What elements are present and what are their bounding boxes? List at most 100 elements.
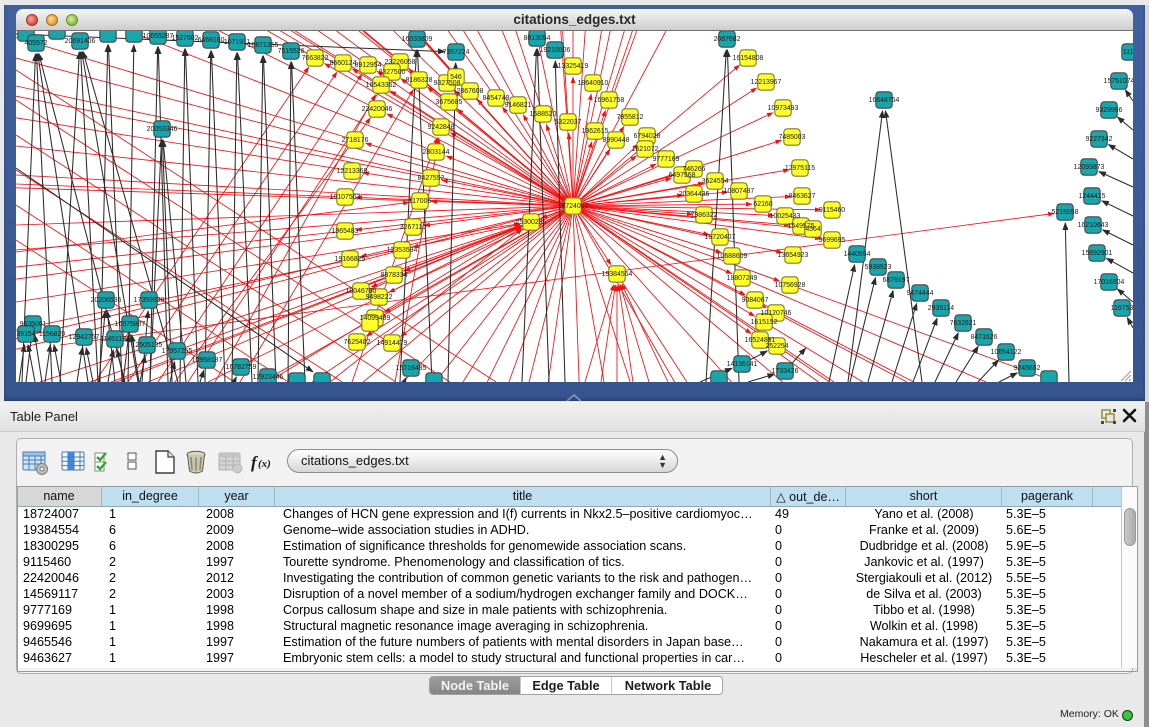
- svg-text:8990448: 8990448: [603, 137, 630, 144]
- svg-text:3624554: 3624554: [702, 178, 729, 185]
- svg-text:9115460: 9115460: [819, 207, 845, 214]
- svg-text:10655287: 10655287: [143, 33, 174, 40]
- svg-text:20364436: 20364436: [679, 191, 710, 198]
- svg-text:5322037: 5322037: [555, 119, 582, 126]
- svg-text:7955812: 7955812: [617, 114, 644, 121]
- svg-text:12353594: 12353594: [387, 247, 418, 254]
- svg-text:16648754: 16648754: [869, 97, 900, 104]
- svg-text:405572: 405572: [25, 40, 48, 47]
- svg-text:8660124: 8660124: [330, 60, 357, 67]
- svg-text:9329966: 9329966: [1096, 107, 1123, 114]
- svg-text:12975115: 12975115: [785, 165, 815, 172]
- svg-text:8471626: 8471626: [971, 334, 998, 341]
- svg-text:15716485: 15716485: [396, 365, 427, 372]
- svg-text:14099489: 14099489: [360, 315, 391, 322]
- svg-text:16961758: 16961758: [594, 97, 625, 104]
- svg-text:8427552: 8427552: [418, 175, 445, 182]
- svg-text:8912954: 8912954: [355, 62, 382, 69]
- svg-text:10973493: 10973493: [768, 105, 799, 112]
- svg-text:9463627: 9463627: [789, 193, 816, 200]
- svg-text:4564: 4564: [805, 226, 820, 233]
- svg-text:5215958: 5215958: [1052, 209, 1079, 216]
- svg-text:20206536: 20206536: [91, 297, 122, 304]
- svg-text:18724007: 18724007: [558, 203, 589, 210]
- svg-text:14136141: 14136141: [727, 361, 758, 368]
- svg-text:10688609: 10688609: [717, 253, 748, 260]
- svg-text:15692901: 15692901: [1082, 250, 1113, 257]
- svg-text:1588520: 1588520: [530, 111, 557, 118]
- svg-text:9498222: 9498222: [366, 294, 393, 301]
- svg-text:1615152: 1615152: [751, 319, 778, 326]
- svg-text:2803144: 2803144: [423, 149, 450, 156]
- svg-text:10120746: 10120746: [761, 310, 792, 317]
- svg-text:5938923: 5938923: [865, 264, 892, 271]
- svg-text:1244415: 1244415: [1079, 193, 1106, 200]
- svg-text:252254: 252254: [766, 343, 789, 350]
- svg-text:7357224: 7357224: [443, 49, 470, 56]
- svg-text:1527602: 1527602: [172, 35, 199, 42]
- svg-text:9635061: 9635061: [20, 321, 47, 328]
- svg-text:62160: 62160: [753, 201, 772, 208]
- svg-text:12213967: 12213967: [751, 79, 782, 86]
- svg-text:10756928: 10756928: [775, 282, 806, 289]
- svg-text:7485003: 7485003: [779, 134, 806, 141]
- svg-text:6879197: 6879197: [883, 277, 910, 284]
- svg-text:20691406: 20691406: [65, 38, 96, 45]
- svg-text:15751074: 15751074: [1104, 78, 1133, 85]
- svg-text:16154808: 16154808: [733, 55, 764, 62]
- svg-text:14914479: 14914479: [377, 340, 408, 347]
- svg-text:1965483: 1965483: [332, 228, 359, 235]
- svg-text:19166825: 19166825: [335, 256, 366, 263]
- svg-text:2935114: 2935114: [928, 305, 954, 312]
- svg-text:7986322: 7986322: [691, 212, 718, 219]
- svg-text:116753: 116753: [1111, 305, 1133, 312]
- svg-text:39154: 39154: [16, 331, 35, 338]
- svg-text:17359938: 17359938: [134, 297, 165, 304]
- svg-text:12942757: 12942757: [69, 334, 100, 341]
- svg-text:18640910: 18640910: [578, 80, 609, 87]
- svg-text:746266: 746266: [683, 166, 706, 173]
- svg-text:17957255: 17957255: [162, 348, 193, 355]
- svg-text:18807249: 18807249: [727, 275, 758, 282]
- svg-text:13325419: 13325419: [558, 63, 589, 70]
- svg-text:6497568: 6497568: [669, 172, 696, 179]
- svg-text:117006: 117006: [409, 198, 432, 205]
- svg-text:9146821: 9146821: [505, 102, 532, 109]
- svg-text:19218506: 19218506: [540, 47, 571, 54]
- svg-text:(x): (x): [258, 458, 271, 470]
- svg-text:7632621: 7632621: [950, 320, 977, 327]
- svg-text:9084067: 9084067: [742, 297, 769, 304]
- svg-text:3675685: 3675685: [436, 99, 463, 106]
- svg-text:3267110: 3267110: [400, 224, 426, 231]
- svg-text:9777169: 9777169: [653, 156, 680, 163]
- svg-text:23226058: 23226058: [385, 59, 416, 66]
- svg-text:8813054: 8813054: [524, 35, 551, 42]
- svg-text:9699695: 9699695: [819, 237, 846, 244]
- svg-text:12093873: 12093873: [1074, 164, 1105, 171]
- svg-text:1440954: 1440954: [844, 251, 871, 258]
- svg-text:10107563: 10107563: [330, 194, 361, 201]
- svg-text:7515526: 7515526: [278, 48, 305, 55]
- svg-text:8878334: 8878334: [381, 272, 408, 279]
- svg-text:1112: 1112: [1123, 49, 1133, 56]
- svg-text:16033809: 16033809: [402, 36, 433, 43]
- svg-text:9227342: 9227342: [1086, 136, 1113, 143]
- svg-text:20053346: 20053346: [147, 126, 178, 133]
- svg-text:16782759: 16782759: [226, 364, 257, 371]
- svg-text:22420046: 22420046: [362, 106, 393, 113]
- svg-text:2718176: 2718176: [342, 137, 369, 144]
- svg-text:12213369: 12213369: [337, 168, 368, 175]
- svg-text:1362615: 1362615: [582, 128, 609, 135]
- svg-text:7625402: 7625402: [344, 339, 371, 346]
- svg-text:9327508: 9327508: [434, 80, 461, 87]
- svg-text:17016504: 17016504: [1094, 279, 1125, 286]
- svg-text:7663822: 7663822: [302, 55, 329, 62]
- svg-text:10654122: 10654122: [991, 349, 1022, 356]
- svg-text:1156829: 1156829: [39, 331, 65, 338]
- svg-text:19384554: 19384554: [602, 271, 633, 278]
- svg-text:9245652: 9245652: [1014, 365, 1041, 372]
- svg-text:10807487: 10807487: [724, 188, 755, 195]
- svg-text:2087682: 2087682: [714, 36, 741, 43]
- svg-text:8186328: 8186328: [406, 77, 433, 84]
- svg-text:9474444: 9474444: [907, 290, 934, 297]
